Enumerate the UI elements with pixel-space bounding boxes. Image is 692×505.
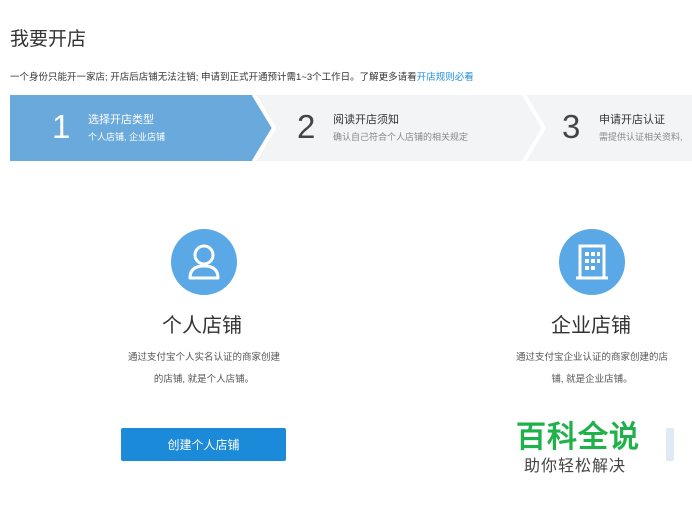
enterprise-desc-line-1: 通过支付宝企业认证的商家创建的店	[515, 352, 668, 363]
create-personal-store-button[interactable]: 创建个人店铺	[121, 428, 286, 461]
steps-bar: 1 选择开店类型 个人店铺, 企业店铺 2 阅读开店须知 确认自己符合个人店铺的…	[10, 95, 692, 161]
step-1-desc: 个人店铺, 企业店铺	[88, 132, 166, 142]
step-3-title: 申请开店认证	[599, 114, 665, 126]
rules-link[interactable]: 开店规则必看	[417, 72, 474, 83]
page-title: 我要开店	[10, 29, 87, 50]
watermark-title: 百科全说	[516, 420, 640, 455]
create-enterprise-store-button-edge[interactable]	[666, 428, 674, 461]
step-2-title: 阅读开店须知	[333, 114, 399, 126]
step-1-title: 选择开店类型	[88, 114, 154, 126]
step-3-shape	[526, 95, 692, 161]
steps-background	[10, 95, 692, 161]
user-icon	[171, 229, 237, 295]
enterprise-store-desc: 通过支付宝企业认证的商家创建的店 铺, 就是企业店铺。	[492, 347, 692, 391]
notice-text: 一个身份只能开一家店; 开店后店铺无法注销; 申请到正式开通预计需1~3个工作日…	[10, 69, 474, 83]
enterprise-desc-line-2: 铺, 就是企业店铺。	[551, 374, 633, 385]
personal-store-title: 个人店铺	[162, 315, 242, 337]
personal-desc-line-1: 通过支付宝个人实名认证的商家创建	[127, 352, 280, 363]
notice-body: 一个身份只能开一家店; 开店后店铺无法注销; 申请到正式开通预计需1~3个工作日…	[10, 72, 417, 83]
building-icon	[559, 229, 625, 295]
step-3-number: 3	[562, 108, 581, 145]
enterprise-store-title: 企业店铺	[551, 315, 631, 337]
step-1-shape	[10, 95, 272, 161]
step-2-number: 2	[297, 108, 316, 145]
step-2-desc: 确认自己符合个人店铺的相关规定	[333, 132, 469, 142]
watermark-subtitle: 助你轻松解决	[524, 458, 627, 475]
personal-desc-line-2: 的店铺, 就是个人店铺。	[153, 374, 255, 385]
personal-store-desc: 通过支付宝个人实名认证的商家创建 的店铺, 就是个人店铺。	[104, 347, 304, 391]
step-3-desc: 需提供认证相关资料,	[599, 132, 683, 142]
step-1-number: 1	[52, 108, 71, 145]
